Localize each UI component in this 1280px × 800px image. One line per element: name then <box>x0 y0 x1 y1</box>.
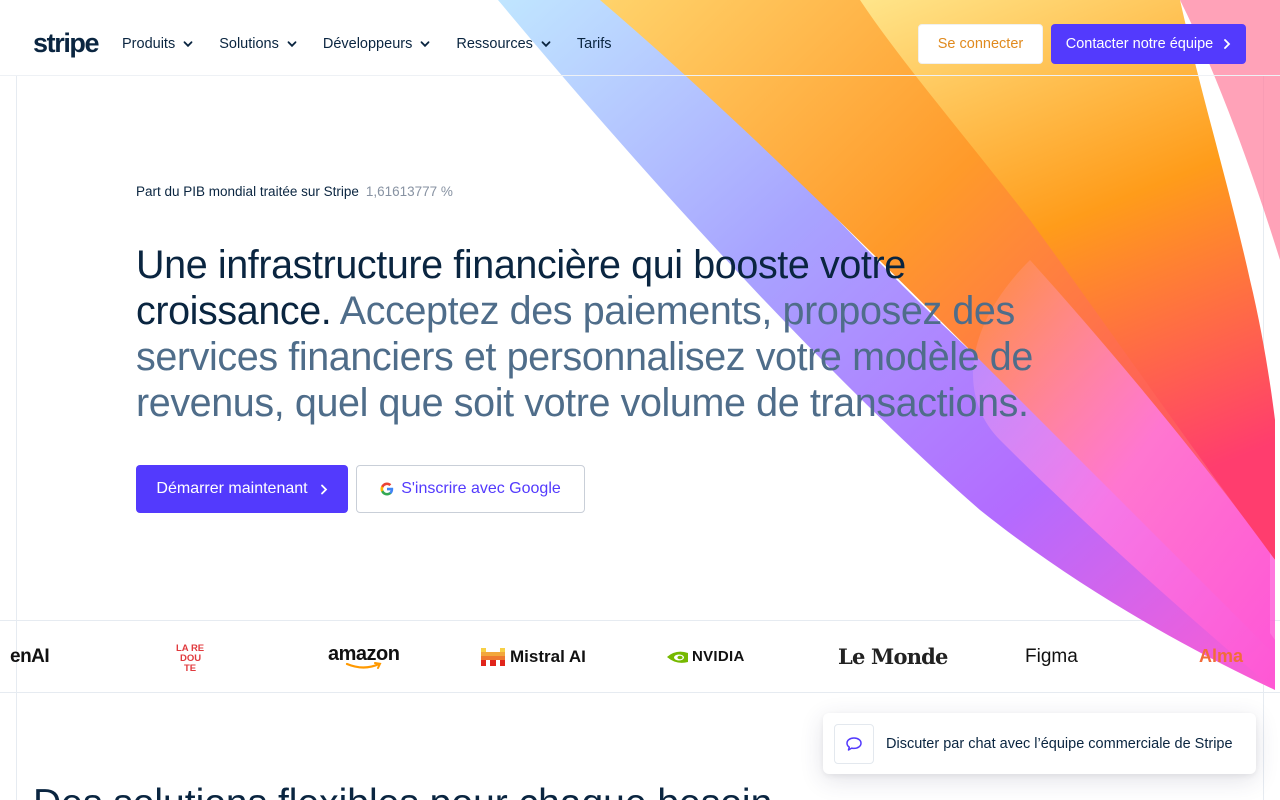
sales-chat-label: Discuter par chat avec l’équipe commerci… <box>886 735 1233 752</box>
alma-logo: Alma <box>1199 646 1244 666</box>
menu-solutions[interactable]: Solutions <box>219 34 297 54</box>
menu-developpeurs-label: Développeurs <box>322 36 413 52</box>
lemonde-logo: Le Monde <box>838 644 948 669</box>
hero-headline: Une infrastructure financière qui booste… <box>136 242 1056 426</box>
menu-produits[interactable]: Produits <box>122 34 193 54</box>
nvidia-logo: NVIDIA <box>666 621 745 692</box>
sales-chat-widget[interactable]: Discuter par chat avec l’équipe commerci… <box>823 713 1256 774</box>
customer-logos: enAI LA RE DOU TE amazon Mistral AI NVID… <box>0 621 1280 692</box>
menu-developpeurs[interactable]: Développeurs <box>323 34 430 54</box>
chat-icon-box <box>834 723 874 764</box>
amazon-smile-icon <box>345 661 382 669</box>
google-signup-label: S'inscrire avec Google <box>401 480 561 497</box>
chat-bubble-icon <box>846 736 862 751</box>
gdp-stat-label: Part du PIB mondial traitée sur Stripe <box>136 184 359 199</box>
figma-logo: Figma <box>1025 645 1078 667</box>
top-nav: stripe Produits Solutions Développeurs R… <box>0 0 1280 76</box>
chevron-down-icon <box>420 41 430 48</box>
menu-tarifs[interactable]: Tarifs <box>577 34 612 54</box>
laredoute-line-3: TE <box>184 663 196 673</box>
chevron-down-icon <box>183 41 193 48</box>
contact-sales-label: Contacter notre équipe <box>1065 36 1214 52</box>
main-menu: Produits Solutions Développeurs Ressourc… <box>122 34 638 54</box>
mistral-mark-icon <box>481 647 505 666</box>
gdp-stat: Part du PIB mondial traitée sur Stripe 1,… <box>136 184 453 199</box>
chevron-down-icon <box>541 41 551 48</box>
menu-produits-label: Produits <box>122 36 176 52</box>
laredoute-mark: LA RE DOU TE <box>176 643 204 673</box>
openai-logo: enAI <box>10 645 50 667</box>
contact-sales-button[interactable]: Contacter notre équipe <box>1051 24 1246 64</box>
menu-tarifs-label: Tarifs <box>576 36 612 52</box>
next-section-heading: Des solutions flexibles pour chaque beso… <box>33 782 772 800</box>
google-signup-button[interactable]: S'inscrire avec Google <box>356 465 585 513</box>
logos-bottom-border <box>0 692 1280 693</box>
nvidia-eye-icon <box>667 651 688 663</box>
menu-ressources-label: Ressources <box>456 36 533 52</box>
amazon-logo: amazon <box>328 621 400 692</box>
menu-ressources[interactable]: Ressources <box>456 34 551 54</box>
start-now-button[interactable]: Démarrer maintenant <box>136 465 348 513</box>
amazon-wordmark: amazon <box>328 642 400 665</box>
login-button[interactable]: Se connecter <box>918 24 1043 64</box>
mistral-logo: Mistral AI <box>481 621 586 692</box>
chevron-right-icon <box>1224 39 1231 49</box>
menu-solutions-label: Solutions <box>219 36 279 52</box>
google-icon <box>380 482 394 496</box>
nvidia-wordmark: NVIDIA <box>692 648 745 665</box>
chevron-right-icon <box>320 484 327 494</box>
mistral-wordmark: Mistral AI <box>510 646 586 666</box>
start-now-label: Démarrer maintenant <box>156 480 308 497</box>
chevron-down-icon <box>287 41 297 48</box>
laredoute-logo: LA RE DOU TE <box>175 621 207 692</box>
stripe-logo[interactable]: stripe <box>33 28 100 58</box>
gdp-stat-value: 1,61613777 % <box>365 184 453 199</box>
